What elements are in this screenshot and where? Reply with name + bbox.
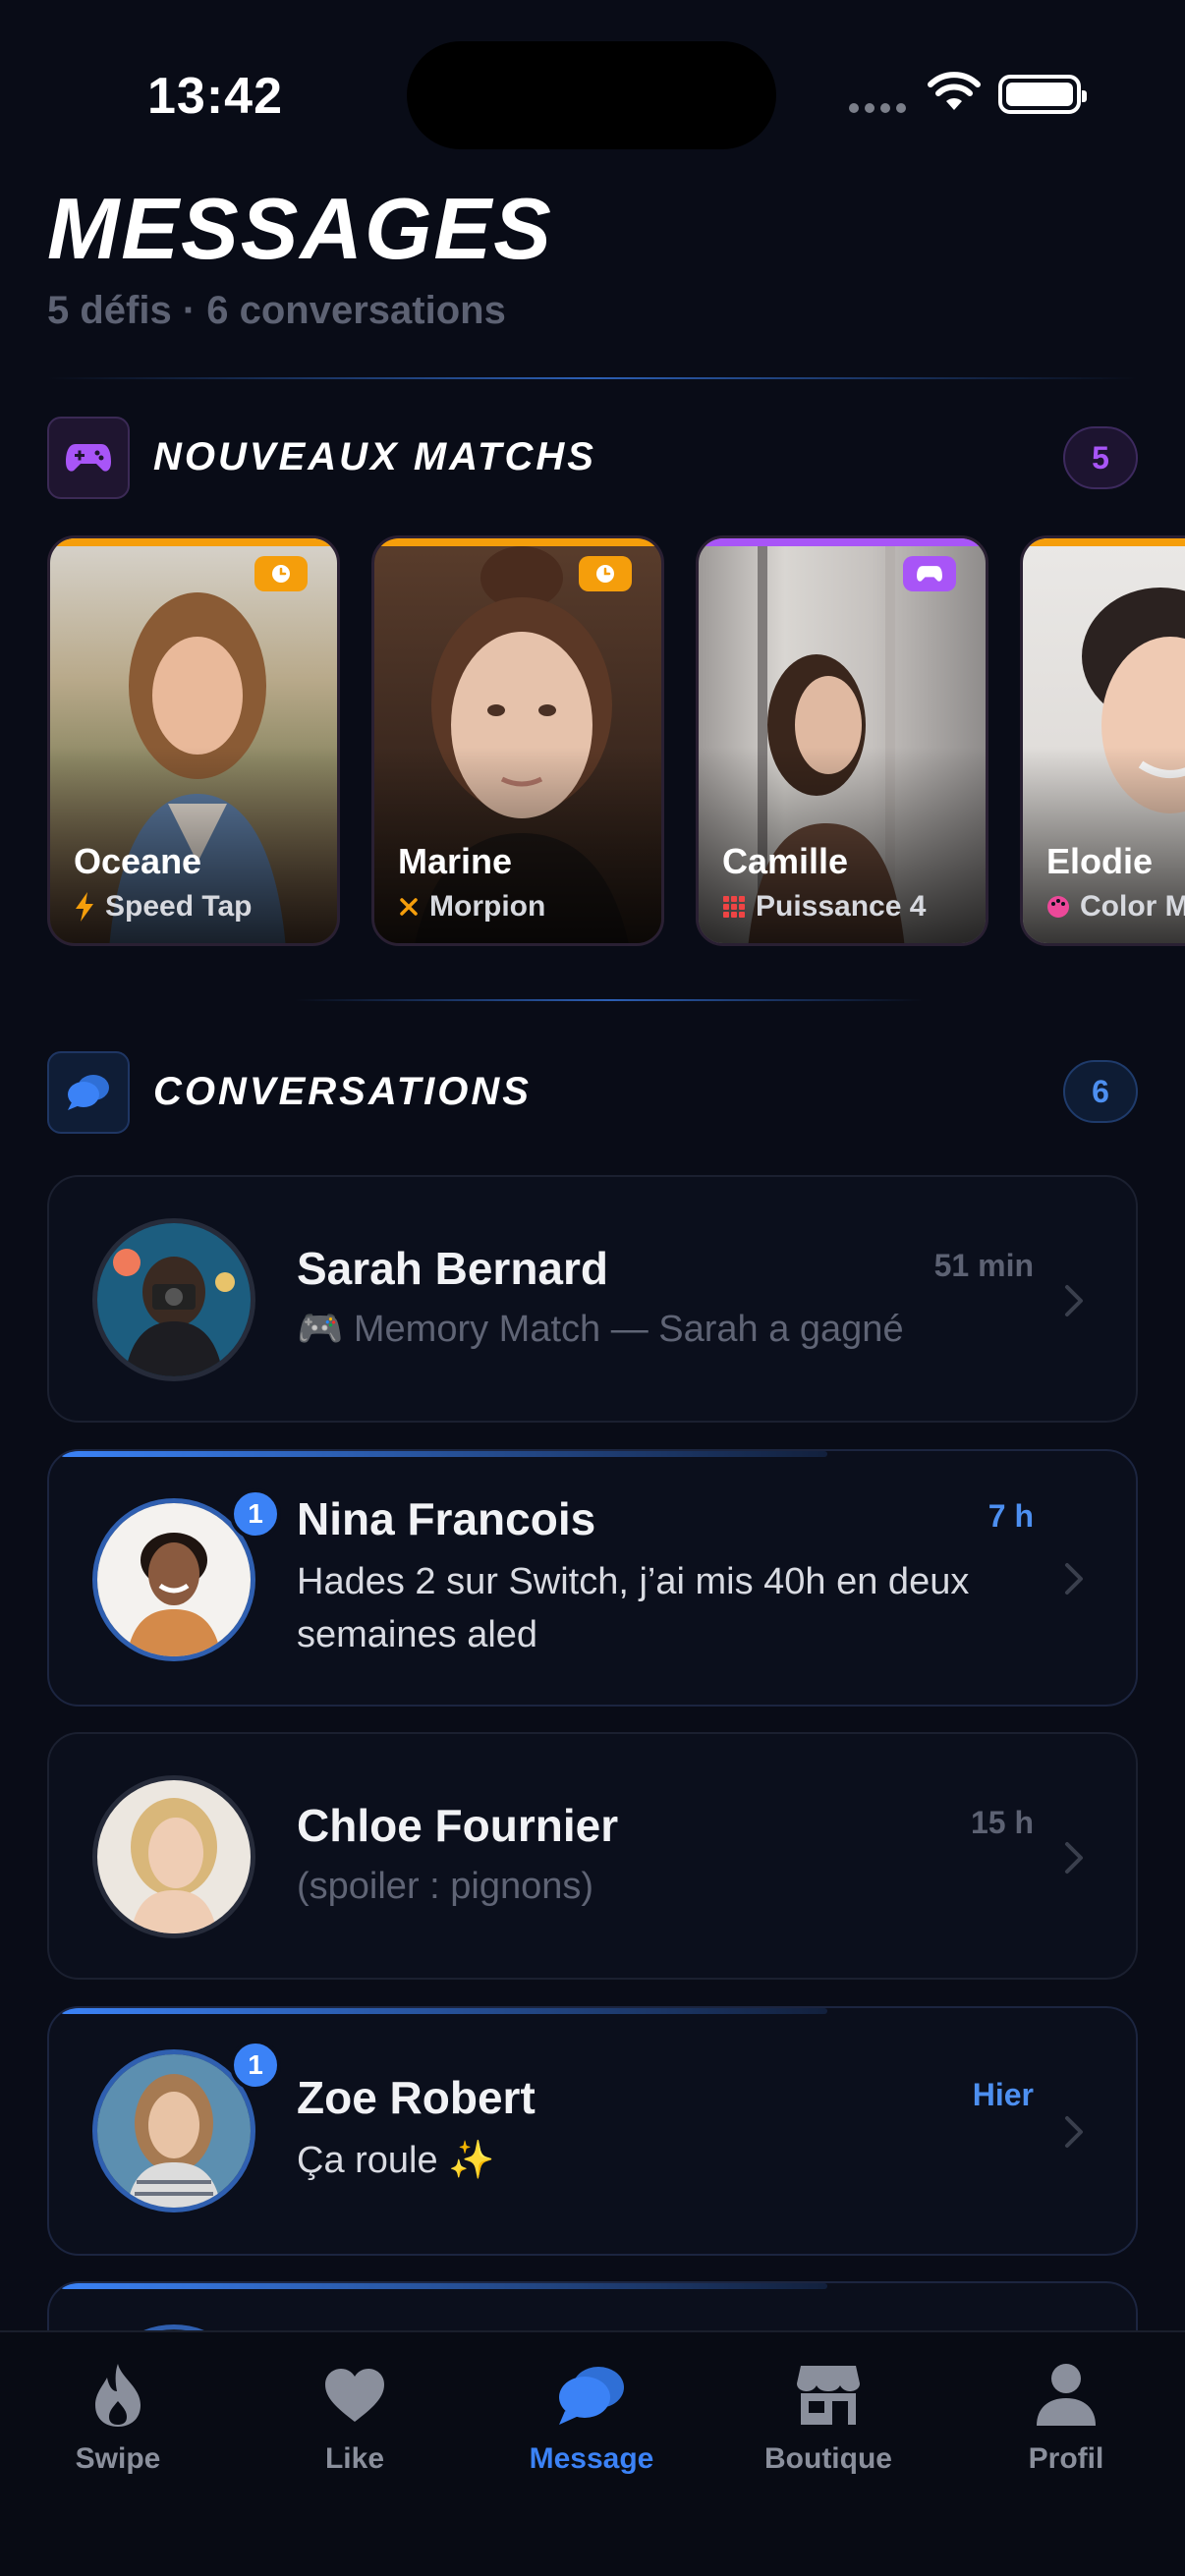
nav-item-profil[interactable]: Profil — [968, 2356, 1164, 2503]
nav-label: Boutique — [764, 2442, 892, 2475]
avatar — [92, 1218, 255, 1381]
match-game-label: Color M — [1080, 890, 1185, 923]
x-mark-icon — [400, 898, 418, 916]
page-title: MESSAGES — [47, 180, 553, 277]
nav-item-boutique[interactable]: Boutique — [730, 2356, 927, 2503]
conversation-name: Sarah Bernard — [297, 1243, 609, 1294]
conversation-time: 15 h — [970, 1805, 1034, 1840]
chat-bubbles-icon — [47, 1051, 130, 1134]
palette-icon — [1047, 896, 1069, 918]
heart-icon — [315, 2356, 394, 2435]
person-icon — [1027, 2356, 1105, 2435]
match-card[interactable]: Oceane Speed Tap — [47, 535, 340, 946]
section-divider — [295, 999, 924, 1001]
grid-dots-icon — [723, 896, 745, 918]
new-matches-carousel[interactable]: Oceane Speed Tap Marine Morpion Camille — [47, 535, 1185, 948]
battery-icon — [998, 75, 1087, 114]
chat-bubbles-icon — [552, 2356, 631, 2435]
bottom-nav: Swipe Like Message Boutique Profil — [0, 2330, 1185, 2576]
nav-label: Profil — [1028, 2442, 1104, 2475]
dynamic-island — [407, 41, 776, 149]
match-card[interactable]: Marine Morpion — [371, 535, 664, 946]
gamepad-icon — [903, 556, 956, 591]
conversation-item[interactable]: Chloe Fournier 15 h (spoiler : pignons) — [47, 1732, 1138, 1980]
gamepad-icon — [47, 417, 130, 499]
header-divider — [47, 377, 1138, 379]
wifi-icon — [928, 72, 981, 110]
match-card[interactable]: Elodie Color M — [1020, 535, 1185, 946]
match-name: Marine — [398, 841, 513, 881]
conversation-preview: Hades 2 sur Switch, j’ai mis 40h en deux… — [297, 1561, 970, 1655]
store-icon — [789, 2356, 868, 2435]
chevron-right-icon — [1065, 1285, 1083, 1316]
match-game: Speed Tap — [74, 890, 252, 924]
unread-badge: 1 — [230, 1488, 281, 1540]
cellular-signal-icon — [849, 103, 906, 113]
match-name: Camille — [722, 841, 849, 881]
conversation-name: Nina Francois — [297, 1493, 596, 1544]
conversation-time: Hier — [972, 2077, 1034, 2112]
conversation-preview: 🎮 Memory Match — Sarah a gagné — [297, 1309, 904, 1350]
new-matches-title: NOUVEAUX MATCHS — [153, 435, 596, 478]
match-game-label: Morpion — [429, 890, 546, 923]
match-name: Elodie — [1046, 841, 1154, 881]
conversation-item[interactable]: 1 Nina Francois 7 h Hades 2 sur Switch, … — [47, 1449, 1138, 1707]
conversation-preview: Ça roule ✨ — [297, 2140, 495, 2181]
conversation-item[interactable]: 1 Zoe Robert Hier Ça roule ✨ — [47, 2006, 1138, 2256]
nav-label: Like — [324, 2442, 385, 2475]
conversations-count-badge: 6 — [1063, 1060, 1138, 1123]
page-subtitle: 5 défis · 6 conversations — [47, 289, 506, 332]
chevron-right-icon — [1065, 1842, 1083, 1874]
nav-label: Message — [529, 2442, 654, 2475]
clock-icon — [579, 556, 632, 591]
nav-label: Swipe — [75, 2442, 161, 2475]
unread-badge: 1 — [230, 2040, 281, 2091]
flame-icon — [79, 2356, 157, 2435]
conversation-preview: (spoiler : pignons) — [297, 1866, 594, 1907]
new-matches-count-badge: 5 — [1063, 426, 1138, 489]
match-card[interactable]: Camille Puissance 4 — [696, 535, 988, 946]
conversation-item[interactable]: Sarah Bernard 51 min 🎮 Memory Match — Sa… — [47, 1175, 1138, 1423]
match-game: Color M — [1046, 890, 1185, 924]
nav-item-like[interactable]: Like — [256, 2356, 453, 2503]
status-bar: 13:42 — [0, 0, 1185, 187]
conversation-time: 51 min — [933, 1248, 1034, 1283]
match-game-label: Puissance 4 — [756, 890, 927, 923]
clock-icon — [254, 556, 308, 591]
nav-item-message[interactable]: Message — [493, 2356, 690, 2503]
match-game: Puissance 4 — [722, 890, 926, 924]
match-name: Oceane — [74, 841, 202, 881]
match-game-label: Speed Tap — [105, 890, 253, 923]
conversation-name: Zoe Robert — [297, 2072, 536, 2123]
lightning-icon — [76, 892, 93, 922]
conversations-title: CONVERSATIONS — [153, 1070, 532, 1113]
match-game: Morpion — [398, 890, 545, 924]
status-time: 13:42 — [147, 68, 283, 125]
chevron-right-icon — [1065, 1563, 1083, 1595]
nav-item-swipe[interactable]: Swipe — [20, 2356, 216, 2503]
conversation-name: Chloe Fournier — [297, 1800, 619, 1851]
chevron-right-icon — [1065, 2116, 1083, 2148]
conversation-time: 7 h — [988, 1498, 1034, 1534]
avatar — [92, 1775, 255, 1938]
